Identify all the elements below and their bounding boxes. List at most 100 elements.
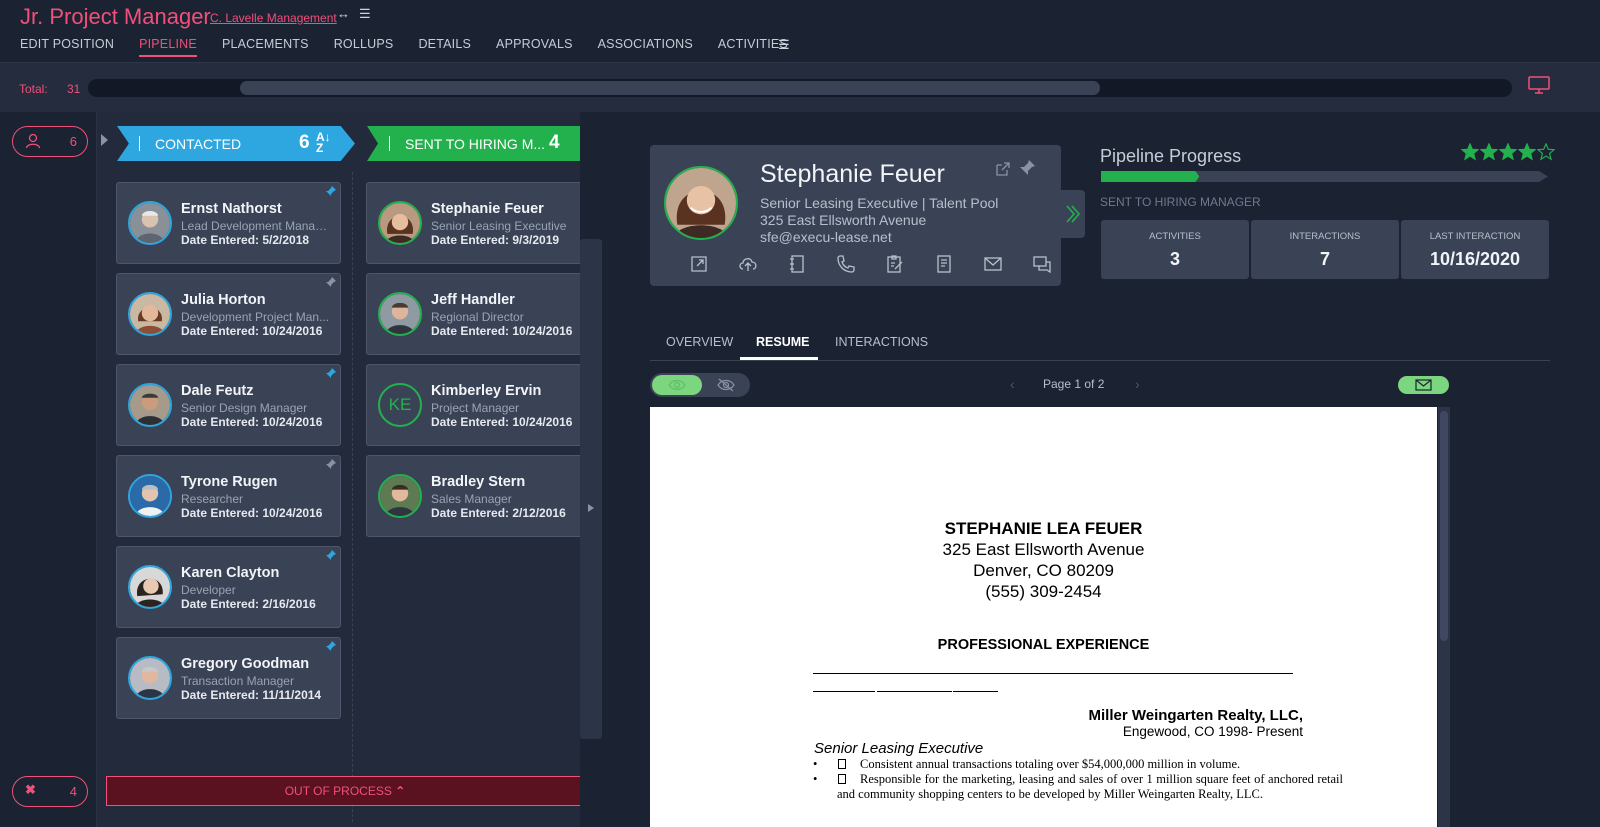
advance-stage-button[interactable] bbox=[1061, 190, 1085, 238]
candidate-date: Date Entered: 10/24/2016 bbox=[431, 415, 573, 429]
candidate-card[interactable]: Karen Clayton Developer Date Entered: 2/… bbox=[116, 546, 341, 628]
person-icon bbox=[25, 133, 41, 149]
pin-icon[interactable] bbox=[326, 550, 336, 560]
pin-icon[interactable] bbox=[326, 459, 336, 469]
tab-rollups[interactable]: ROLLUPS bbox=[334, 37, 394, 57]
pin-icon[interactable] bbox=[326, 368, 336, 378]
candidate-name: Karen Clayton bbox=[181, 565, 280, 581]
tab-overview[interactable]: OVERVIEW bbox=[666, 335, 733, 349]
double-chevron-right-icon bbox=[1066, 205, 1081, 223]
candidate-card[interactable]: Jeff Handler Regional Director Date Ente… bbox=[366, 273, 580, 355]
notebook-icon[interactable] bbox=[772, 254, 821, 276]
out-of-process-toggle[interactable]: OUT OF PROCESS ⌃ bbox=[106, 776, 580, 806]
candidate-card-selected[interactable]: Stephanie Feuer Senior Leasing Executive… bbox=[366, 182, 580, 264]
resume-name: STEPHANIE LEA FEUER bbox=[944, 519, 1143, 538]
candidate-card[interactable]: Gregory Goodman Transaction Manager Date… bbox=[116, 637, 341, 719]
pin-icon[interactable] bbox=[1018, 159, 1036, 177]
star-filled-icon[interactable] bbox=[1461, 143, 1479, 161]
candidate-card[interactable]: KE Kimberley Ervin Project Manager Date … bbox=[366, 364, 580, 446]
pin-icon[interactable] bbox=[326, 186, 336, 196]
tab-pipeline[interactable]: PIPELINE bbox=[139, 37, 197, 57]
pipeline-scroll-track[interactable] bbox=[88, 79, 1512, 97]
candidate-card[interactable]: Tyrone Rugen Researcher Date Entered: 10… bbox=[116, 455, 341, 537]
profile-address: 325 East Ellsworth Avenue bbox=[760, 212, 927, 228]
tab-approvals[interactable]: APPROVALS bbox=[496, 37, 573, 57]
active-candidates-pill[interactable]: 6 bbox=[12, 126, 88, 157]
resume-document-icon[interactable] bbox=[919, 254, 968, 276]
resume-bullet-text: Consistent annual transactions totaling … bbox=[860, 757, 1241, 771]
expand-horizontal-icon[interactable]: ↔ bbox=[337, 6, 350, 21]
chat-icon[interactable] bbox=[1017, 254, 1066, 276]
candidate-card[interactable]: Ernst Nathorst Lead Development Manag...… bbox=[116, 182, 341, 264]
prev-page-icon[interactable]: ‹ bbox=[1010, 376, 1015, 392]
collapse-left-arrow-icon[interactable] bbox=[101, 134, 108, 146]
pin-icon[interactable] bbox=[326, 277, 336, 287]
phone-icon[interactable] bbox=[821, 254, 870, 276]
out-of-process-label: OUT OF PROCESS bbox=[284, 784, 392, 798]
stage-marker-icon bbox=[389, 136, 397, 151]
tab-details[interactable]: DETAILS bbox=[418, 37, 471, 57]
candidate-card[interactable]: Bradley Stern Sales Manager Date Entered… bbox=[366, 455, 580, 537]
stat-value: 7 bbox=[1319, 249, 1330, 269]
candidate-card[interactable]: Dale Feutz Senior Design Manager Date En… bbox=[116, 364, 341, 446]
expand-right-arrow-icon bbox=[588, 504, 594, 512]
resume-scrollbar[interactable] bbox=[1438, 407, 1450, 827]
menu-lines-icon[interactable]: ☰ bbox=[359, 6, 371, 22]
next-page-icon[interactable]: › bbox=[1135, 376, 1140, 392]
candidate-role: Transaction Manager bbox=[181, 674, 294, 688]
star-filled-icon[interactable] bbox=[1518, 143, 1536, 161]
chevron-up-icon: ⌃ bbox=[395, 784, 406, 798]
visible-option[interactable] bbox=[652, 375, 702, 395]
board-collapse-strip[interactable] bbox=[580, 239, 602, 739]
profile-actions bbox=[674, 254, 1066, 276]
profile-email: sfe@execu-lease.net bbox=[760, 229, 892, 245]
pipeline-scroll-thumb[interactable] bbox=[240, 81, 1100, 95]
active-tab-underline bbox=[740, 357, 818, 360]
tab-interactions[interactable]: INTERACTIONS bbox=[835, 335, 928, 349]
candidate-card[interactable]: Julia Horton Development Project Man... … bbox=[116, 273, 341, 355]
pipeline-progress-title: Pipeline Progress bbox=[1100, 146, 1242, 166]
candidate-date: Date Entered: 10/24/2016 bbox=[431, 324, 573, 338]
open-profile-icon[interactable] bbox=[674, 254, 723, 276]
company-link[interactable]: C. Lavelle Management bbox=[210, 11, 337, 25]
pipeline-progress-fill bbox=[1101, 171, 1200, 182]
tab-edit-position[interactable]: EDIT POSITION bbox=[20, 37, 114, 57]
email-resume-button[interactable] bbox=[1398, 376, 1449, 394]
resume-rule bbox=[953, 691, 998, 692]
sort-az-icon[interactable]: A↓ Z bbox=[316, 131, 331, 154]
profile-name: Stephanie Feuer bbox=[760, 160, 945, 188]
candidate-role: Development Project Man... bbox=[181, 310, 330, 324]
upload-cloud-icon[interactable] bbox=[723, 254, 772, 276]
monitor-icon[interactable] bbox=[1528, 76, 1550, 94]
resume-bullet-text: Responsible for the marketing, leasing a… bbox=[837, 772, 1343, 801]
tab-associations[interactable]: ASSOCIATIONS bbox=[598, 37, 693, 57]
stat-value: 3 bbox=[1169, 249, 1180, 269]
avatar bbox=[378, 201, 422, 245]
eye-icon bbox=[668, 379, 686, 391]
open-external-icon[interactable] bbox=[996, 162, 1010, 176]
removed-candidates-pill[interactable]: ✖ 4 bbox=[12, 776, 88, 807]
visibility-toggle[interactable] bbox=[650, 373, 750, 397]
stage-sent-to-hiring-manager[interactable]: SENT TO HIRING M... 4 bbox=[367, 126, 580, 161]
tab-resume[interactable]: RESUME bbox=[756, 335, 809, 349]
column-divider bbox=[352, 172, 353, 822]
clipboard-edit-icon[interactable] bbox=[870, 254, 919, 276]
resume-employer: Miller Weingarten Realty, LLC, bbox=[1088, 707, 1303, 724]
resume-scroll-thumb[interactable] bbox=[1440, 411, 1448, 641]
eye-off-icon[interactable] bbox=[704, 375, 748, 395]
stage-marker-icon bbox=[139, 136, 147, 151]
tabs-menu-icon[interactable]: ☰ bbox=[778, 37, 790, 53]
total-count: 31 bbox=[67, 82, 81, 96]
star-filled-icon[interactable] bbox=[1480, 143, 1498, 161]
email-icon[interactable] bbox=[968, 254, 1017, 276]
active-count: 6 bbox=[69, 134, 77, 149]
star-empty-icon[interactable] bbox=[1537, 143, 1555, 161]
rating-stars[interactable] bbox=[1461, 143, 1555, 161]
star-filled-icon[interactable] bbox=[1499, 143, 1517, 161]
stage-contacted[interactable]: CONTACTED 6 A↓ Z bbox=[117, 126, 355, 161]
pipeline-progress-track bbox=[1101, 171, 1548, 182]
tab-placements[interactable]: PLACEMENTS bbox=[222, 37, 309, 57]
pin-icon[interactable] bbox=[326, 641, 336, 651]
candidate-role: Senior Leasing Executive bbox=[431, 219, 567, 233]
resume-rule bbox=[813, 691, 875, 692]
